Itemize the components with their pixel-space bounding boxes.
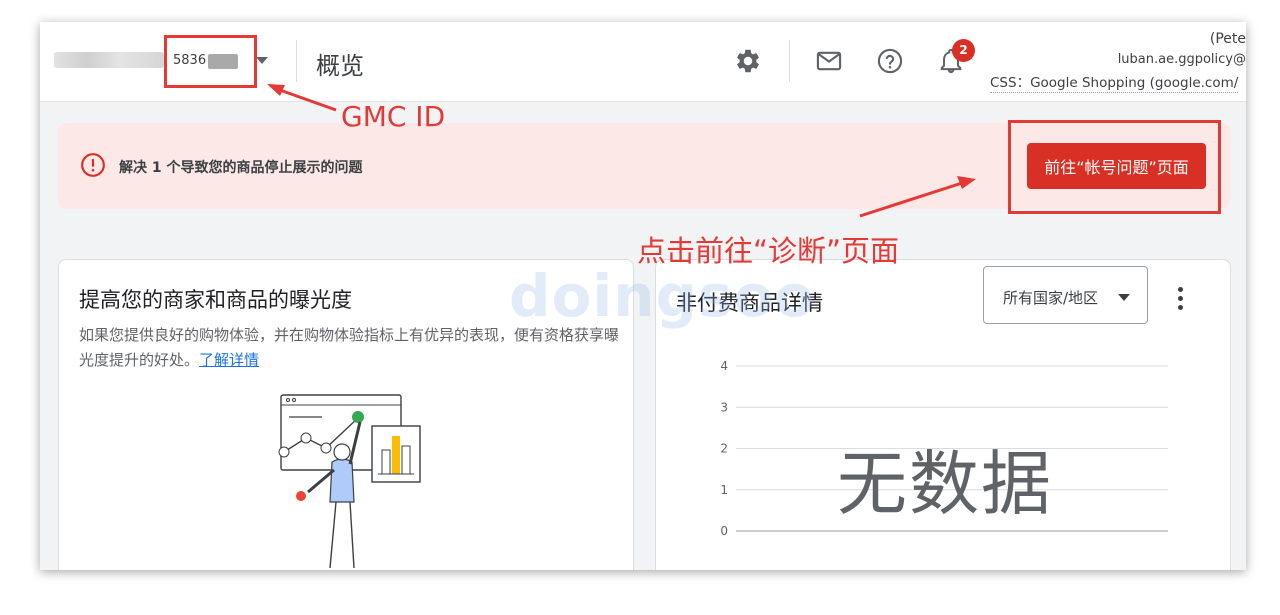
button-highlight-box	[1008, 120, 1221, 214]
gmc-id-annotation: GMC ID	[341, 100, 446, 133]
gmc-arrow-head	[267, 84, 285, 96]
button-arrow-head	[957, 176, 976, 189]
watermark: doingsoo	[509, 262, 816, 330]
